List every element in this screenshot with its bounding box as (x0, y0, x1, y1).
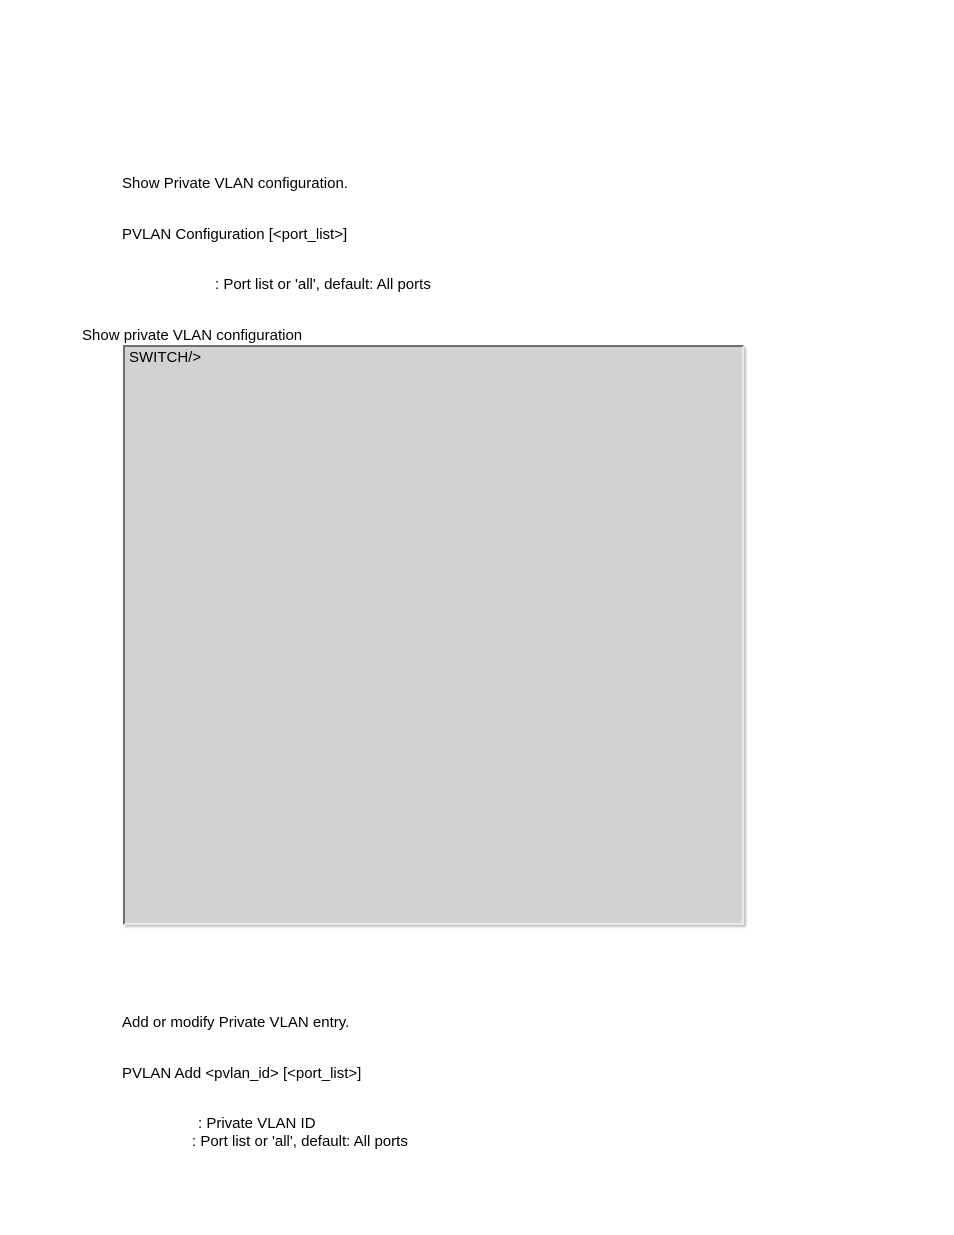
document-page: Show Private VLAN configuration. PVLAN C… (0, 0, 954, 1235)
pvlan-add-param-id: : Private VLAN ID (198, 1115, 316, 1132)
terminal-prompt: SWITCH/> (129, 349, 201, 366)
pvlan-add-description: Add or modify Private VLAN entry. (122, 1014, 349, 1031)
pvlan-config-description: Show Private VLAN configuration. (122, 175, 348, 192)
terminal-box: SWITCH/> (123, 345, 744, 925)
pvlan-config-syntax: PVLAN Configuration [<port_list>] (122, 226, 347, 243)
example-title: Show private VLAN configuration (82, 327, 302, 344)
pvlan-config-param-portlist: : Port list or 'all', default: All ports (215, 276, 431, 293)
pvlan-add-param-portlist: : Port list or 'all', default: All ports (192, 1133, 408, 1150)
pvlan-add-syntax: PVLAN Add <pvlan_id> [<port_list>] (122, 1065, 361, 1082)
